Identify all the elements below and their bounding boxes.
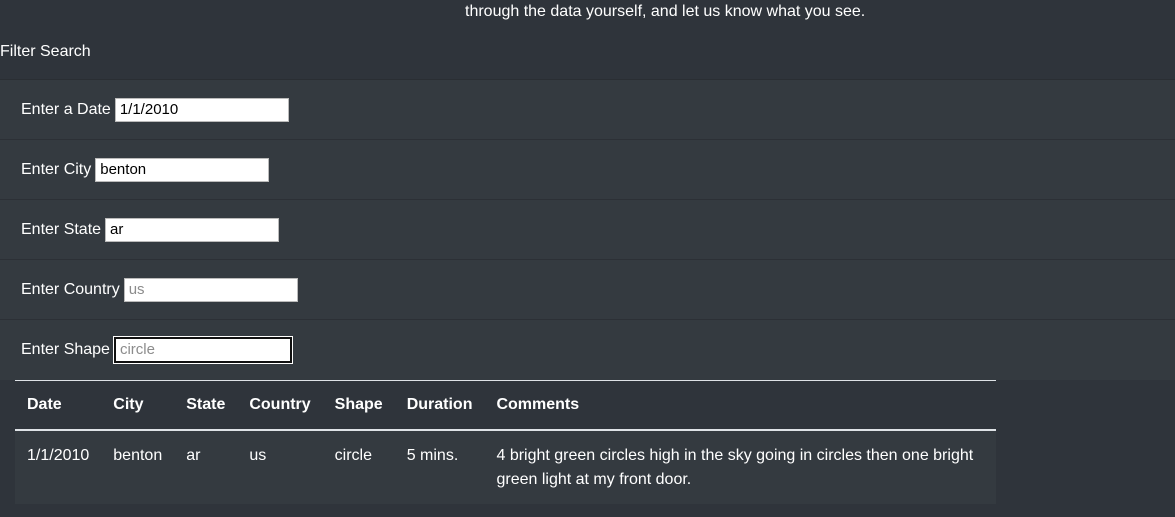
- intro-text: through the data yourself, and let us kn…: [465, 3, 866, 20]
- filter-search-title: Filter Search: [0, 43, 91, 60]
- cell-comments: 4 bright green circles high in the sky g…: [484, 430, 996, 504]
- cell-state: ar: [174, 430, 238, 504]
- header-state: State: [174, 380, 238, 431]
- state-label: Enter State: [21, 220, 102, 238]
- filter-row-date: Enter a Date: [0, 80, 1175, 140]
- header-date: Date: [15, 380, 102, 431]
- cell-shape: circle: [322, 430, 395, 504]
- city-input[interactable]: [95, 157, 270, 182]
- cell-city: benton: [101, 430, 175, 504]
- header-shape: Shape: [322, 380, 395, 431]
- filter-row-shape: Enter Shape: [0, 320, 1175, 379]
- header-city: City: [101, 380, 175, 431]
- header-comments: Comments: [484, 380, 996, 431]
- ufo-table: Date City State Country Shape Duration C…: [15, 380, 996, 504]
- date-label: Enter a Date: [21, 100, 111, 118]
- cell-date: 1/1/2010: [15, 430, 102, 504]
- cell-duration: 5 mins.: [394, 430, 485, 504]
- table-row: 1/1/2010 benton ar us circle 5 mins. 4 b…: [15, 430, 996, 504]
- table-header: Date City State Country Shape Duration C…: [15, 380, 996, 431]
- filter-row-country: Enter Country: [0, 260, 1175, 320]
- ufo-table-container: Date City State Country Shape Duration C…: [15, 380, 996, 504]
- cell-country: us: [237, 430, 323, 504]
- filter-row-state: Enter State: [0, 200, 1175, 260]
- shape-input[interactable]: [113, 336, 292, 363]
- country-input[interactable]: [123, 277, 298, 302]
- shape-label: Enter Shape: [21, 340, 110, 358]
- page: through the data yourself, and let us kn…: [0, 0, 1175, 517]
- date-input[interactable]: [114, 97, 289, 122]
- state-input[interactable]: [105, 217, 280, 242]
- table-body: 1/1/2010 benton ar us circle 5 mins. 4 b…: [15, 430, 996, 504]
- filter-row-city: Enter City: [0, 140, 1175, 200]
- filter-panel: Enter a Date Enter City Enter State Ente…: [0, 79, 1175, 380]
- city-label: Enter City: [21, 160, 92, 178]
- header-duration: Duration: [394, 380, 485, 431]
- country-label: Enter Country: [21, 280, 120, 298]
- header-country: Country: [237, 380, 323, 431]
- table-header-row: Date City State Country Shape Duration C…: [15, 380, 996, 431]
